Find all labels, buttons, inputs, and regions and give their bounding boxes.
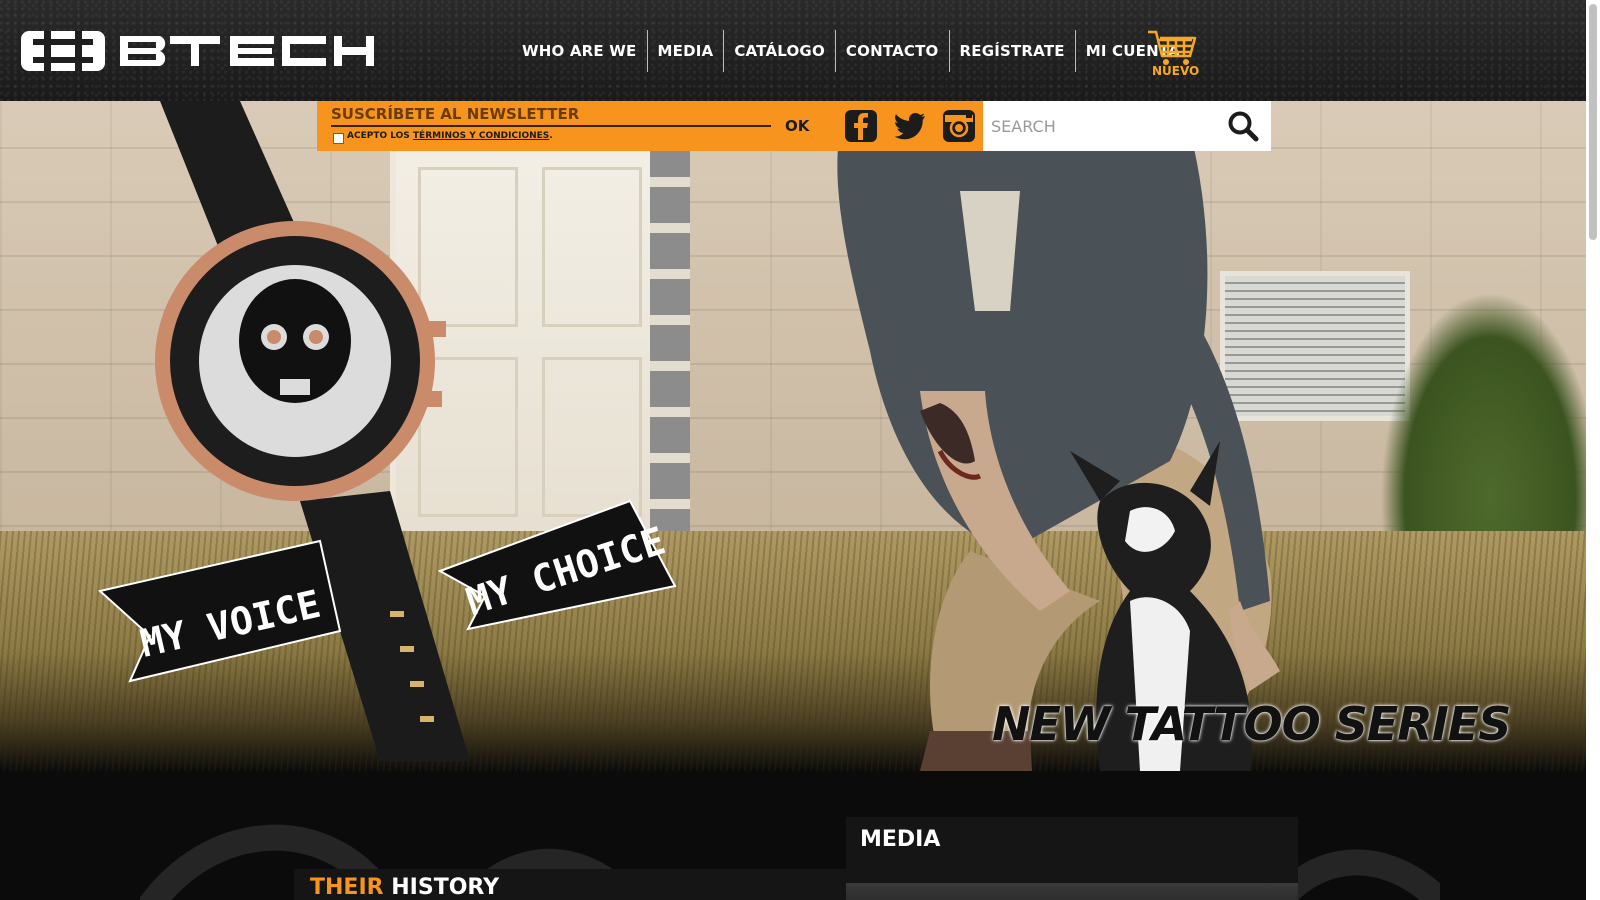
main-nav: WHO ARE WE MEDIA CATÁLOGO CONTACTO REGÍS…: [512, 30, 1190, 72]
search-box: [983, 101, 1271, 151]
media-title: MEDIA: [860, 827, 941, 852]
btech-logo[interactable]: [20, 28, 380, 74]
newsletter-submit-button[interactable]: OK: [785, 117, 809, 135]
hero-tattoo-watch: MY VOICE MY CHOICE: [97, 101, 677, 761]
newsletter-bar: SUSCRÍBETE AL NEWSLETTER ACEPTO LOS TÉRM…: [317, 101, 987, 151]
facebook-icon[interactable]: [844, 109, 878, 143]
nav-who-are-we[interactable]: WHO ARE WE: [512, 30, 648, 72]
newsletter-input[interactable]: SUSCRÍBETE AL NEWSLETTER: [331, 105, 579, 123]
hero-banner[interactable]: MY VOICE MY CHOICE NEW TATTOO SERIES: [0, 101, 1586, 771]
terms-link[interactable]: TÉRMINOS Y CONDICIONES: [413, 131, 549, 141]
nav-media[interactable]: MEDIA: [648, 30, 725, 72]
hero-tagline: NEW TATTOO SERIES: [992, 697, 1511, 751]
terms-checkbox[interactable]: [333, 133, 344, 144]
nav-catalogo[interactable]: CATÁLOGO: [724, 30, 836, 72]
media-section: MEDIA: [846, 817, 1298, 900]
media-thumbnail[interactable]: [846, 883, 1298, 900]
scrollbar-thumb[interactable]: [1589, 4, 1597, 240]
history-section: THEIR HISTORY: [294, 869, 846, 900]
twitter-icon[interactable]: [893, 109, 927, 143]
hero-bushes: [1380, 291, 1586, 551]
newsletter-underline: [331, 125, 771, 127]
site-header: WHO ARE WE MEDIA CATÁLOGO CONTACTO REGÍS…: [0, 0, 1586, 101]
lower-content: THEIR HISTORY MEDIA: [0, 771, 1586, 900]
history-title-accent: THEIR: [310, 875, 384, 900]
terms-prefix: ACEPTO LOS: [347, 131, 413, 141]
history-title: THEIR HISTORY: [310, 875, 499, 900]
instagram-icon[interactable]: [942, 109, 976, 143]
nav-contacto[interactable]: CONTACTO: [836, 30, 950, 72]
terms-suffix: .: [549, 131, 553, 141]
terms-label: ACEPTO LOS TÉRMINOS Y CONDICIONES.: [347, 131, 553, 141]
nav-registrate[interactable]: REGÍSTRATE: [950, 30, 1076, 72]
search-icon[interactable]: [1227, 110, 1259, 142]
page-scrollbar[interactable]: [1586, 0, 1600, 900]
cart-new-badge: NUEVO: [1152, 64, 1200, 78]
history-title-rest: HISTORY: [391, 875, 500, 900]
hero-man-with-dog: [837, 131, 1280, 771]
search-input[interactable]: [989, 113, 1209, 139]
